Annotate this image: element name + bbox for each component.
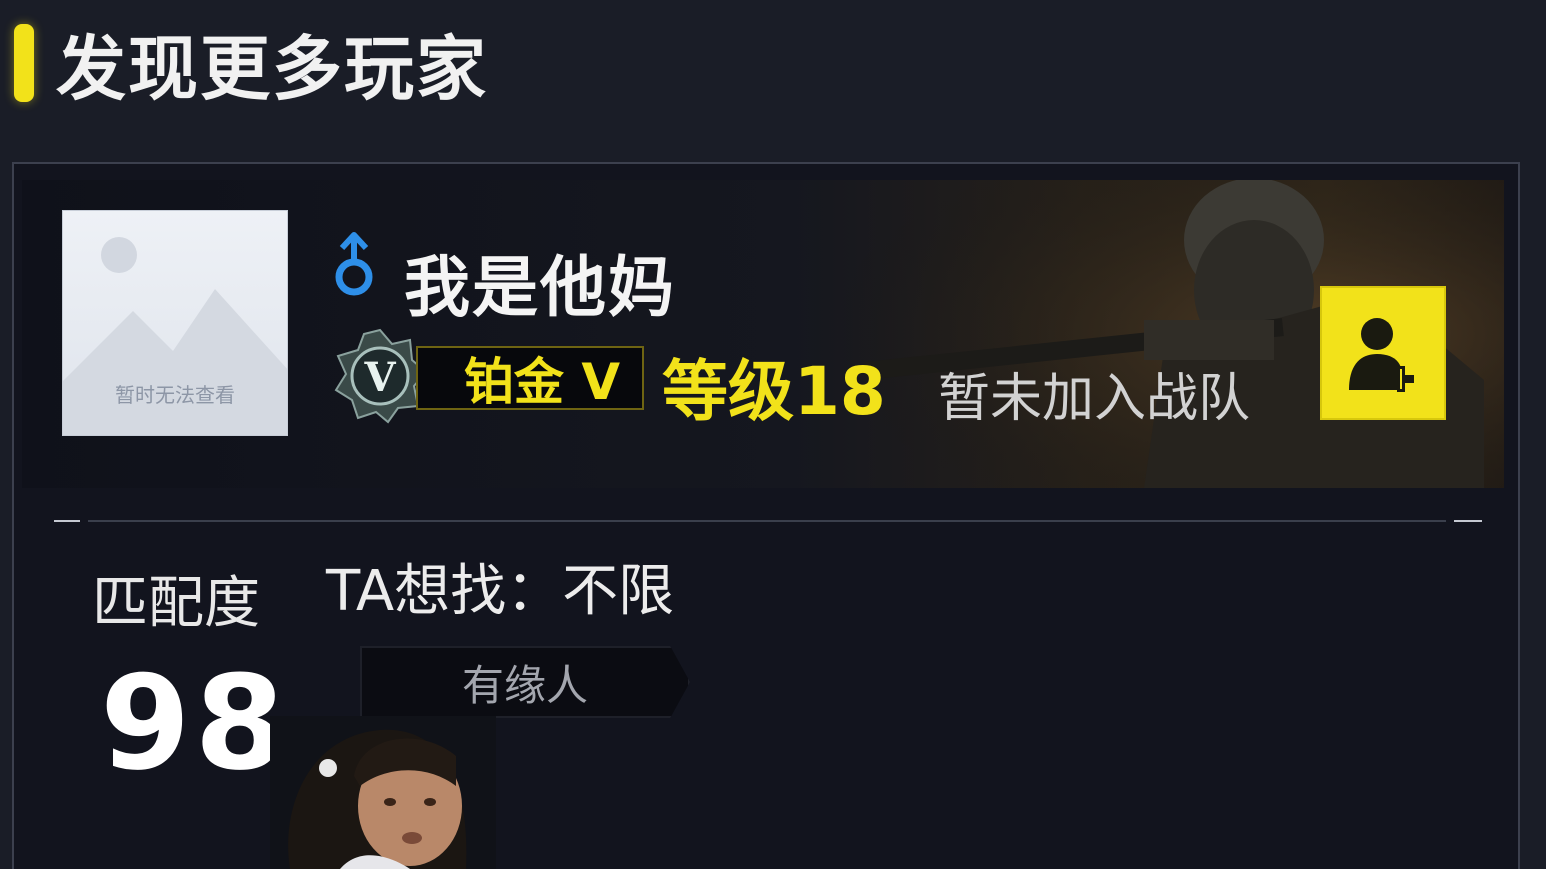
profile-banner: 暂时无法查看 我是他妈 V 铂金 V 等级18 暂未加入战队	[22, 180, 1504, 488]
page-title: 发现更多玩家	[56, 27, 488, 110]
male-gender-icon	[335, 232, 373, 296]
rank-badge-icon: V	[334, 328, 428, 424]
team-status: 暂未加入战队	[938, 369, 1251, 429]
seeking-value: 不限	[562, 559, 675, 624]
match-score: 98	[100, 647, 289, 799]
match-label: 匹配度	[92, 571, 260, 636]
header-accent-bar	[14, 24, 34, 102]
page-header: 发现更多玩家	[14, 18, 488, 110]
player-name: 我是他妈	[404, 249, 676, 326]
add-friend-icon	[1349, 318, 1414, 392]
rank-badge-letter: V	[363, 354, 396, 401]
player-card[interactable]: 暂时无法查看 我是他妈 V 铂金 V 等级18 暂未加入战队 匹配度 98 TA…	[12, 162, 1520, 869]
player-tag-label: 有缘人	[461, 660, 588, 710]
add-friend-button[interactable]	[1320, 286, 1446, 420]
seeking-label: TA想找：	[326, 559, 563, 624]
player-tag: 有缘人	[360, 646, 690, 718]
divider	[88, 520, 1446, 522]
divider-right-cap	[1454, 520, 1482, 522]
rank-box: 铂金 V	[416, 346, 644, 411]
rank-label: 铂金 V	[463, 353, 621, 411]
avatar-placeholder-caption: 暂时无法查看	[115, 383, 235, 407]
level-label: 等级18	[662, 353, 886, 430]
divider-left-cap	[54, 520, 80, 522]
streamer-webcam-overlay	[270, 716, 496, 869]
player-avatar[interactable]: 暂时无法查看	[62, 210, 288, 436]
seeking-line: TA想找： 不限	[326, 546, 674, 627]
